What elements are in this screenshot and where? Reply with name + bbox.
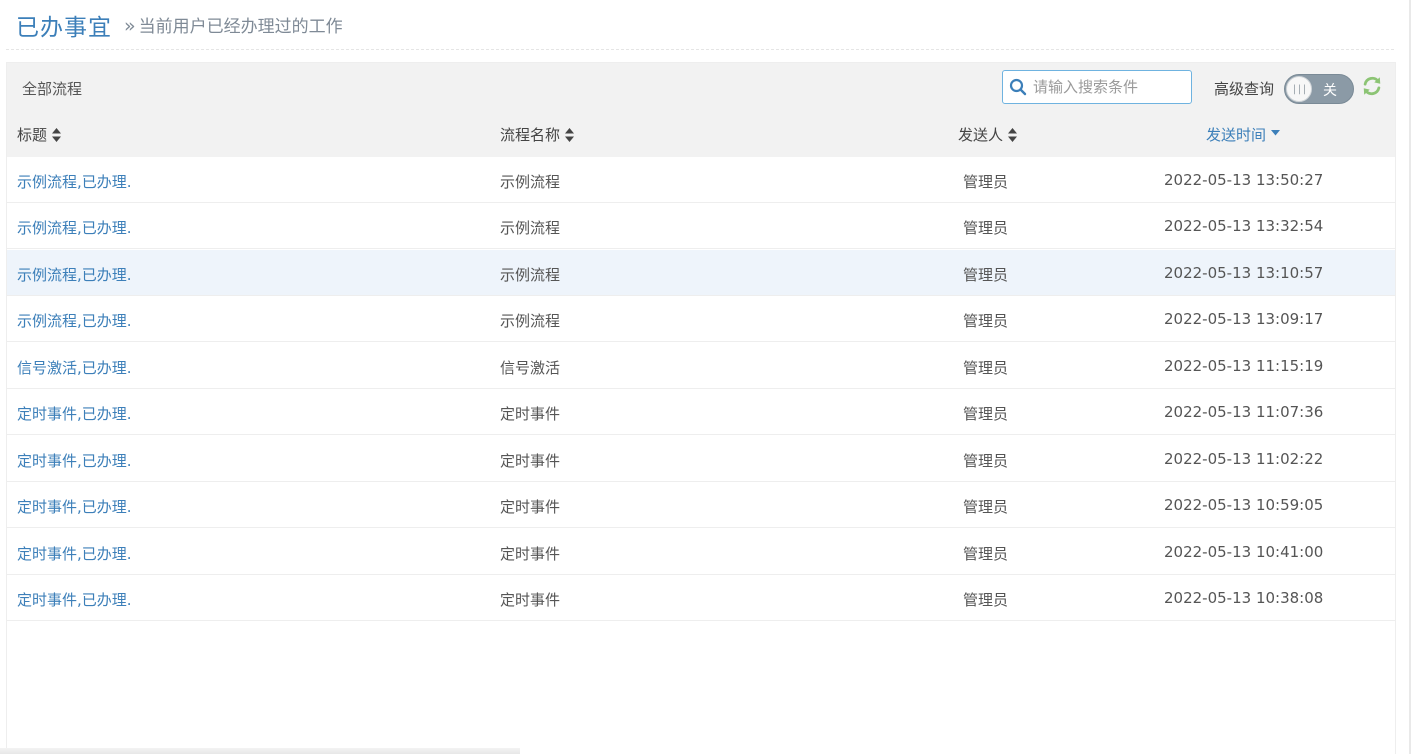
row-flow-name: 定时事件 xyxy=(500,405,561,423)
table-row[interactable]: 定时事件,已办理. 定时事件 管理员 2022-05-13 10:41:00 xyxy=(7,529,1395,575)
scrollbar-track[interactable] xyxy=(1409,0,1411,754)
row-sender: 管理员 xyxy=(963,405,1009,423)
page-subtitle-text: 当前用户已经办理过的工作 xyxy=(138,17,343,37)
row-sender: 管理员 xyxy=(963,452,1009,470)
column-header-label: 标题 xyxy=(17,126,48,144)
row-flow-name: 信号激活 xyxy=(500,359,561,377)
row-flow-name: 示例流程 xyxy=(500,173,561,191)
grip-icon: ||| xyxy=(1291,83,1307,95)
sort-both-icon xyxy=(52,128,62,142)
column-header-flow-name[interactable]: 流程名称 xyxy=(500,124,575,145)
row-send-time: 2022-05-13 13:10:57 xyxy=(1164,264,1324,282)
workflow-list-panel: 全部流程 高级查询 ||| 关 标题 流程名称 发送人 xyxy=(6,62,1396,754)
toggle-knob[interactable]: ||| xyxy=(1286,76,1312,102)
row-send-time: 2022-05-13 10:41:00 xyxy=(1164,543,1324,561)
refresh-icon[interactable] xyxy=(1361,75,1383,97)
table-row[interactable]: 示例流程,已办理. 示例流程 管理员 2022-05-13 13:09:17 xyxy=(7,296,1395,342)
row-flow-name: 示例流程 xyxy=(500,266,561,284)
table-row[interactable]: 定时事件,已办理. 定时事件 管理员 2022-05-13 10:38:08 xyxy=(7,575,1395,621)
row-title-link[interactable]: 示例流程,已办理. xyxy=(17,217,132,238)
row-flow-name: 示例流程 xyxy=(500,219,561,237)
row-flow-name: 定时事件 xyxy=(500,591,561,609)
row-title-link[interactable]: 定时事件,已办理. xyxy=(17,496,132,517)
sort-down-icon xyxy=(1271,130,1281,136)
column-header-sender[interactable]: 发送人 xyxy=(958,124,1018,145)
column-header-send-time[interactable]: 发送时间 xyxy=(1206,124,1281,145)
toolbar-title: 全部流程 xyxy=(22,80,83,98)
advanced-search-label: 高级查询 xyxy=(1214,80,1275,98)
row-title-link[interactable]: 定时事件,已办理. xyxy=(17,589,132,610)
sort-both-icon xyxy=(1008,128,1018,142)
table-row[interactable]: 示例流程,已办理. 示例流程 管理员 2022-05-13 13:10:57 xyxy=(7,250,1395,296)
toggle-state-text: 关 xyxy=(1323,83,1337,99)
row-send-time: 2022-05-13 13:50:27 xyxy=(1164,171,1324,189)
search-icon[interactable] xyxy=(1009,78,1027,96)
search-input[interactable] xyxy=(1033,73,1183,101)
row-send-time: 2022-05-13 11:15:19 xyxy=(1164,357,1324,375)
table-row[interactable]: 定时事件,已办理. 定时事件 管理员 2022-05-13 11:07:36 xyxy=(7,389,1395,435)
row-title-link[interactable]: 示例流程,已办理. xyxy=(17,264,132,285)
table-header: 标题 流程名称 发送人 发送时间 xyxy=(7,113,1395,157)
column-header-label: 流程名称 xyxy=(500,126,561,144)
row-sender: 管理员 xyxy=(963,545,1009,563)
table-row[interactable]: 定时事件,已办理. 定时事件 管理员 2022-05-13 10:59:05 xyxy=(7,482,1395,528)
row-flow-name: 定时事件 xyxy=(500,545,561,563)
breadcrumb-separator: » xyxy=(124,15,136,37)
horizontal-scrollbar[interactable] xyxy=(0,748,520,754)
row-flow-name: 示例流程 xyxy=(500,312,561,330)
row-sender: 管理员 xyxy=(963,498,1009,516)
row-send-time: 2022-05-13 10:59:05 xyxy=(1164,496,1324,514)
row-title-link[interactable]: 信号激活,已办理. xyxy=(17,357,132,378)
row-sender: 管理员 xyxy=(963,312,1009,330)
row-send-time: 2022-05-13 10:38:08 xyxy=(1164,589,1324,607)
row-title-link[interactable]: 定时事件,已办理. xyxy=(17,403,132,424)
row-title-link[interactable]: 定时事件,已办理. xyxy=(17,543,132,564)
page-header: 已办事宜 » 当前用户已经办理过的工作 xyxy=(6,0,1394,50)
advanced-search-toggle[interactable]: ||| 关 xyxy=(1284,74,1354,104)
toolbar: 全部流程 高级查询 ||| 关 xyxy=(7,63,1395,113)
search-box[interactable] xyxy=(1002,70,1192,104)
table-row[interactable]: 信号激活,已办理. 信号激活 管理员 2022-05-13 11:15:19 xyxy=(7,343,1395,389)
row-sender: 管理员 xyxy=(963,219,1009,237)
row-send-time: 2022-05-13 11:02:22 xyxy=(1164,450,1324,468)
row-sender: 管理员 xyxy=(963,266,1009,284)
table-row[interactable]: 示例流程,已办理. 示例流程 管理员 2022-05-13 13:32:54 xyxy=(7,203,1395,249)
row-flow-name: 定时事件 xyxy=(500,498,561,516)
row-title-link[interactable]: 定时事件,已办理. xyxy=(17,450,132,471)
row-flow-name: 定时事件 xyxy=(500,452,561,470)
row-send-time: 2022-05-13 13:32:54 xyxy=(1164,217,1324,235)
column-header-title[interactable]: 标题 xyxy=(17,124,62,145)
row-sender: 管理员 xyxy=(963,591,1009,609)
table-row[interactable]: 示例流程,已办理. 示例流程 管理员 2022-05-13 13:50:27 xyxy=(7,157,1395,203)
row-sender: 管理员 xyxy=(963,173,1009,191)
row-title-link[interactable]: 示例流程,已办理. xyxy=(17,171,132,192)
row-send-time: 2022-05-13 13:09:17 xyxy=(1164,310,1324,328)
row-sender: 管理员 xyxy=(963,359,1009,377)
column-header-label: 发送时间 xyxy=(1206,126,1267,144)
column-header-label: 发送人 xyxy=(958,126,1004,144)
table-row[interactable]: 定时事件,已办理. 定时事件 管理员 2022-05-13 11:02:22 xyxy=(7,436,1395,482)
sort-both-icon xyxy=(565,128,575,142)
row-send-time: 2022-05-13 11:07:36 xyxy=(1164,403,1324,421)
row-title-link[interactable]: 示例流程,已办理. xyxy=(17,310,132,331)
page-title: 已办事宜 xyxy=(16,14,112,41)
page-subtitle: » 当前用户已经办理过的工作 xyxy=(124,12,343,37)
